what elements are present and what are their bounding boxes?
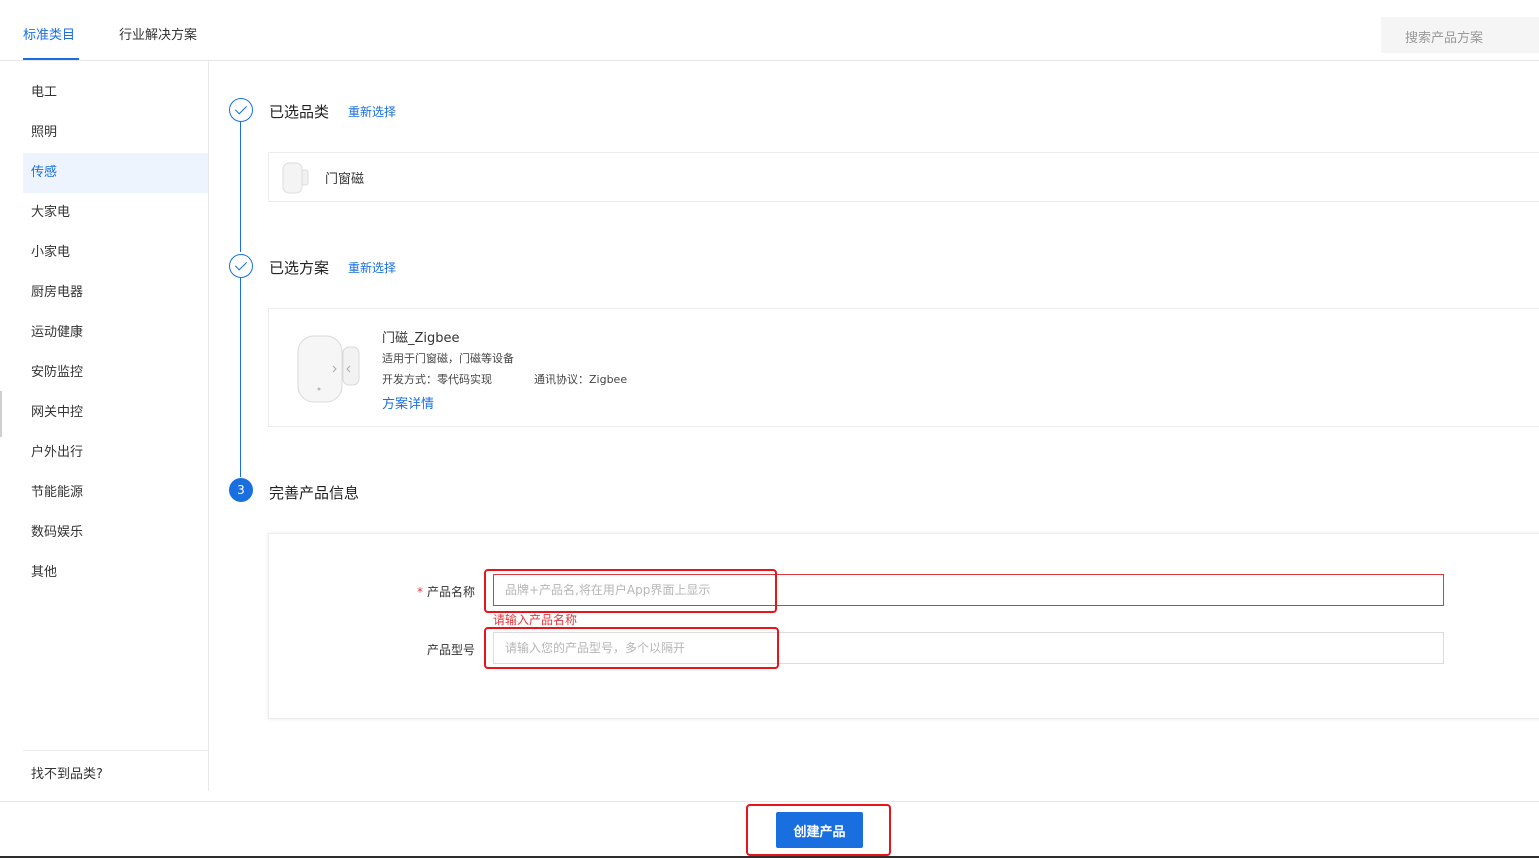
search-placeholder: 搜索产品方案 bbox=[1405, 31, 1484, 46]
scroll-marker bbox=[0, 391, 2, 437]
product-name-label-text: 产品名称 bbox=[427, 585, 476, 599]
solution-description: 适用于门窗磁，门磁等设备 bbox=[382, 352, 514, 365]
sidebar-divider bbox=[23, 750, 209, 751]
sidebar-item-sports-health[interactable]: 运动健康 bbox=[23, 313, 208, 353]
tab-standard-category[interactable]: 标准类目 bbox=[23, 27, 75, 45]
sidebar-item-security[interactable]: 安防监控 bbox=[23, 353, 208, 393]
top-bar: 标准类目 行业解决方案 搜索产品方案 bbox=[0, 0, 1539, 61]
sidebar-item-sensing[interactable]: 传感 bbox=[23, 153, 208, 193]
step-1-reselect-link[interactable]: 重新选择 bbox=[348, 103, 396, 120]
sidebar-item-energy[interactable]: 节能能源 bbox=[23, 473, 208, 513]
tab-industry-solutions[interactable]: 行业解决方案 bbox=[119, 27, 197, 45]
active-tab-indicator bbox=[23, 58, 79, 60]
search-box[interactable]: 搜索产品方案 bbox=[1381, 17, 1539, 53]
category-sidebar: 电工 照明 传感 大家电 小家电 厨房电器 运动健康 安防监控 网关中控 户外出… bbox=[0, 61, 209, 791]
step-connector-2 bbox=[240, 278, 241, 477]
solution-protocol: 通讯协议：Zigbee bbox=[534, 373, 628, 386]
sidebar-item-electrical[interactable]: 电工 bbox=[23, 73, 208, 113]
sidebar-item-small-appliance[interactable]: 小家电 bbox=[23, 233, 208, 273]
footer-divider bbox=[0, 801, 1539, 802]
step-3-title: 完善产品信息 bbox=[269, 484, 360, 502]
required-mark: * bbox=[417, 585, 423, 599]
sidebar-item-other[interactable]: 其他 bbox=[23, 553, 208, 593]
step-1-title: 已选品类 bbox=[269, 103, 330, 121]
sidebar-item-kitchen[interactable]: 厨房电器 bbox=[23, 273, 208, 313]
selected-category-card: 门窗磁 bbox=[268, 152, 1539, 202]
step-connector-1 bbox=[240, 122, 241, 252]
sidebar-item-large-appliance[interactable]: 大家电 bbox=[23, 193, 208, 233]
selected-solution-card: 门磁_Zigbee 适用于门窗磁，门磁等设备 开发方式：零代码实现 通讯协议：Z… bbox=[268, 308, 1539, 427]
solution-dev-method: 开发方式：零代码实现 bbox=[382, 373, 492, 386]
sidebar-item-lighting[interactable]: 照明 bbox=[23, 113, 208, 153]
product-model-label: 产品型号 bbox=[427, 643, 476, 657]
step-1-check-icon bbox=[229, 98, 253, 122]
selected-category-name: 门窗磁 bbox=[325, 172, 365, 187]
step-2-reselect-link[interactable]: 重新选择 bbox=[348, 259, 396, 276]
step-3-number-icon: 3 bbox=[229, 478, 253, 502]
product-name-label: * 产品名称 bbox=[417, 583, 475, 600]
create-product-button[interactable]: 创建产品 bbox=[776, 812, 863, 848]
product-name-error: 请输入产品名称 bbox=[493, 613, 578, 627]
door-sensor-product-image bbox=[297, 335, 360, 403]
solution-detail-link[interactable]: 方案详情 bbox=[382, 393, 434, 412]
sidebar-item-outdoor[interactable]: 户外出行 bbox=[23, 433, 208, 473]
step-2-check-icon bbox=[229, 254, 253, 278]
product-model-input[interactable] bbox=[493, 632, 1444, 664]
cant-find-category-link[interactable]: 找不到品类? bbox=[31, 763, 103, 782]
product-info-form-card bbox=[268, 533, 1539, 719]
door-sensor-thumbnail-icon bbox=[282, 162, 309, 194]
solution-name: 门磁_Zigbee bbox=[382, 331, 460, 346]
sidebar-item-gateway[interactable]: 网关中控 bbox=[23, 393, 208, 433]
step-2-title: 已选方案 bbox=[269, 259, 330, 277]
product-name-input[interactable] bbox=[493, 574, 1444, 606]
sidebar-item-digital[interactable]: 数码娱乐 bbox=[23, 513, 208, 553]
